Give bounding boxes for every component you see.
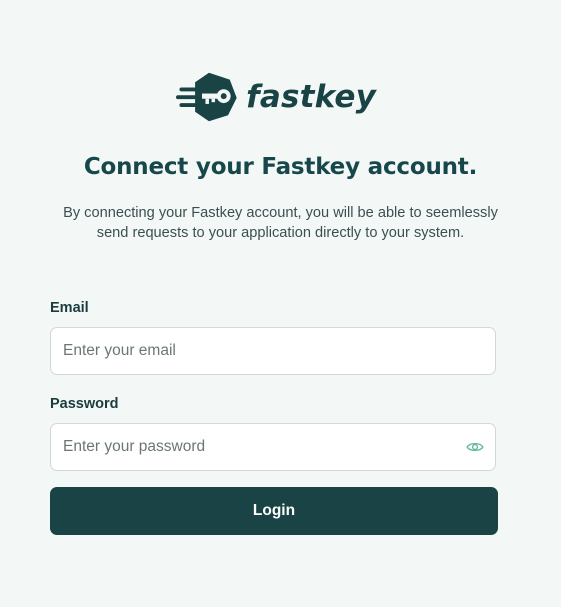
page-title: Connect your Fastkey account. — [83, 154, 478, 180]
password-field-container — [50, 423, 496, 471]
page-description: By connecting your Fastkey account, you … — [63, 205, 498, 241]
brand-name: fastkey — [246, 79, 376, 115]
email-field-container — [50, 327, 496, 375]
email-label: Email — [50, 300, 89, 316]
brand-logo: fastkey — [176, 68, 376, 126]
password-label: Password — [50, 396, 119, 412]
login-page: fastkey Connect your Fastkey account. By… — [0, 0, 561, 607]
key-hexagon-icon — [176, 72, 237, 122]
email-field[interactable] — [63, 328, 443, 374]
login-button[interactable]: Login — [50, 487, 498, 535]
eye-icon[interactable] — [466, 439, 484, 455]
password-field[interactable] — [63, 424, 443, 470]
